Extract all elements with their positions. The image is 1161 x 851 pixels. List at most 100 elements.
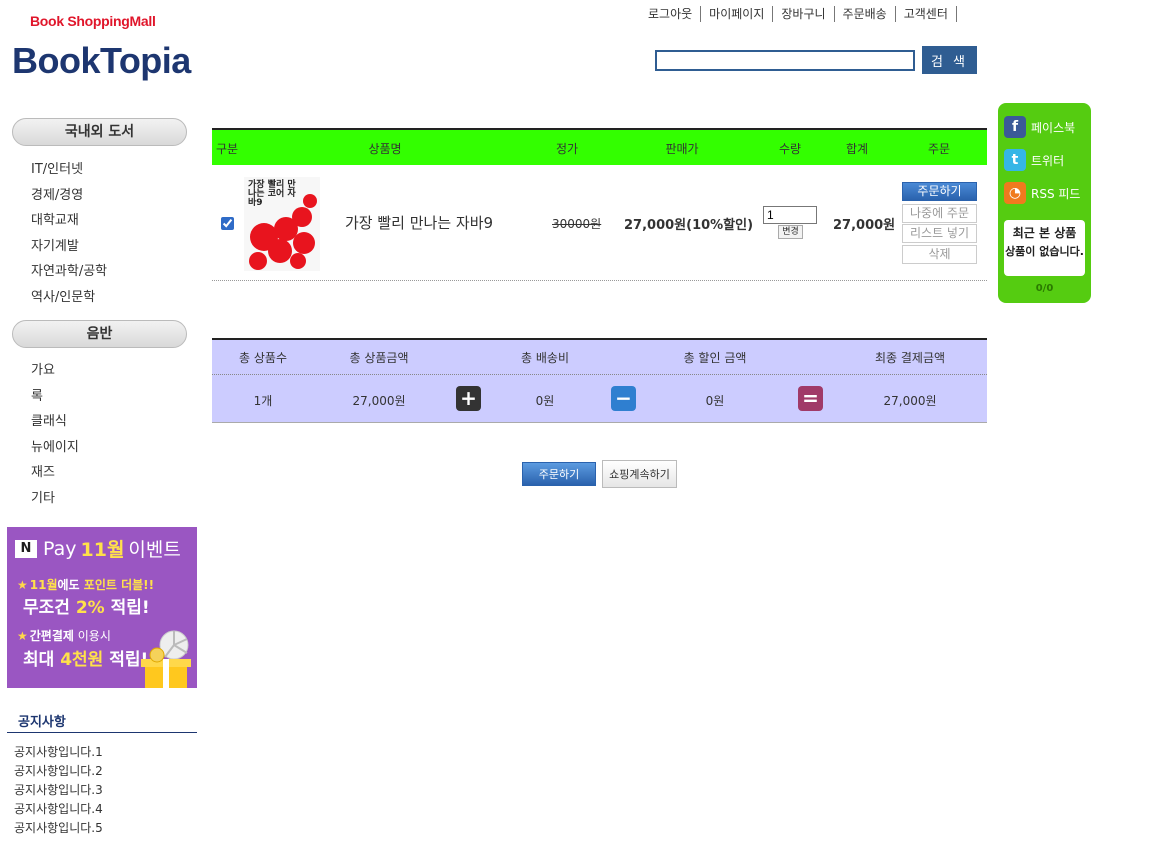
banner-line-2: 무조건 2% 적립! [23, 598, 150, 618]
minus-icon: − [611, 386, 636, 411]
summary-label-discount: 총 할인 금액 [683, 351, 747, 365]
col-category: 구분 [215, 142, 239, 156]
notice-item[interactable]: 공지사항입니다.1 [14, 743, 103, 762]
notice-list: 공지사항입니다.1 공지사항입니다.2 공지사항입니다.3 공지사항입니다.4 … [14, 743, 103, 838]
facebook-link[interactable]: f 페이스북 [1004, 116, 1075, 138]
order-summary: 총 상품수 총 상품금액 총 배송비 총 할인 금액 최종 결제금액 1개 27… [212, 340, 987, 423]
category-item[interactable]: 클래식 [31, 409, 79, 435]
banner-event: 이벤트 [128, 539, 181, 561]
star-icon: ★ [17, 629, 28, 643]
item-checkbox[interactable] [221, 217, 234, 230]
category-item[interactable]: 가요 [31, 358, 79, 384]
summary-value-amount: 27,000원 [352, 394, 406, 408]
col-total: 합계 [845, 142, 869, 156]
site-logo[interactable]: BookTopia [12, 40, 191, 82]
summary-value-count: 1개 [253, 394, 273, 408]
sale-price: 27,000원(10%할인) [624, 218, 754, 233]
recent-products-empty: 상품이 없습니다. [1005, 245, 1084, 258]
notice-item[interactable]: 공지사항입니다.5 [14, 819, 103, 838]
notice-item[interactable]: 공지사항입니다.4 [14, 800, 103, 819]
category-list-music: 가요 록 클래식 뉴에이지 재즈 기타 [31, 358, 79, 511]
twitter-icon: t [1004, 149, 1026, 171]
twitter-link[interactable]: t 트위터 [1004, 149, 1064, 171]
notice-item[interactable]: 공지사항입니다.3 [14, 781, 103, 800]
nav-logout[interactable]: 로그아웃 [640, 6, 702, 22]
banner-heading: N Pay 11월 이벤트 [15, 535, 181, 562]
order-button[interactable]: 주문하기 [522, 462, 596, 486]
summary-label-final: 최종 결제금액 [874, 351, 946, 365]
col-order: 주문 [927, 142, 951, 156]
notice-item[interactable]: 공지사항입니다.2 [14, 762, 103, 781]
equals-icon: = [798, 386, 823, 411]
nav-cart[interactable]: 장바구니 [773, 6, 835, 22]
col-product-name: 상품명 [368, 142, 402, 156]
recent-page-count: 0/0 [1035, 283, 1054, 294]
summary-value-discount: 0원 [705, 394, 725, 408]
search-button[interactable]: 검 색 [922, 46, 977, 74]
nav-customer-center[interactable]: 고객센터 [896, 6, 957, 22]
quick-side-panel: f 페이스북 t 트위터 ◔ RSS 피드 최근 본 상품 상품이 없습니다. … [998, 103, 1091, 303]
category-item[interactable]: 경제/경영 [31, 183, 107, 209]
recent-products-box: 최근 본 상품 상품이 없습니다. [1004, 220, 1085, 276]
recent-products-title: 최근 본 상품 [1012, 226, 1077, 240]
notice-divider [7, 732, 197, 733]
summary-label-shipping: 총 배송비 [521, 351, 569, 365]
category-item[interactable]: IT/인터넷 [31, 157, 107, 183]
notice-title: 공지사항 [18, 715, 66, 730]
summary-label-amount: 총 상품금액 [349, 351, 409, 365]
category-item[interactable]: 자기계발 [31, 234, 107, 260]
summary-value-shipping: 0원 [535, 394, 555, 408]
category-item[interactable]: 재즈 [31, 460, 79, 486]
facebook-icon: f [1004, 116, 1026, 138]
col-list-price: 정가 [555, 142, 579, 156]
rss-icon: ◔ [1004, 182, 1026, 204]
category-item[interactable]: 뉴에이지 [31, 435, 79, 461]
banner-line-4: 최대 4천원 적립! [23, 650, 149, 670]
banner-month: 11월 [80, 539, 125, 561]
row-total: 27,000원 [833, 218, 896, 233]
cover-art-icon [249, 194, 317, 270]
category-item[interactable]: 대학교재 [31, 208, 107, 234]
category-header-books[interactable]: 국내외 도서 [12, 118, 187, 146]
quantity-change-button[interactable]: 변경 [778, 225, 803, 239]
col-sale-price: 판매가 [665, 142, 699, 156]
category-header-music[interactable]: 음반 [12, 320, 187, 348]
naver-n-icon: N [15, 539, 37, 558]
category-item[interactable]: 역사/인문학 [31, 285, 107, 311]
list-price: 30000원 [552, 217, 602, 231]
summary-value-final: 27,000원 [883, 394, 937, 408]
category-list-books: IT/인터넷 경제/경영 대학교재 자기계발 자연과학/공학 역사/인문학 [31, 157, 107, 310]
plus-icon: + [456, 386, 481, 411]
continue-shopping-button[interactable]: 쇼핑계속하기 [602, 460, 677, 488]
order-later-button[interactable]: 나중에 주문 [902, 204, 977, 223]
quantity-input[interactable] [763, 206, 817, 224]
star-icon: ★ [17, 578, 28, 592]
nav-order-shipping[interactable]: 주문배송 [835, 6, 896, 22]
col-quantity: 수량 [778, 142, 802, 156]
top-navigation: 로그아웃 마이페이지 장바구니 주문배송 고객센터 [640, 6, 957, 22]
npay-event-banner[interactable]: N Pay 11월 이벤트 ★ 11월에도 포인트 더블!! 무조건 2% 적립!… [7, 527, 197, 688]
product-name-link[interactable]: 가장 빨리 만나는 자바9 [345, 212, 493, 233]
banner-line-1: ★ 11월에도 포인트 더블!! [17, 578, 155, 592]
search-input[interactable] [655, 50, 915, 71]
summary-divider [212, 374, 987, 375]
category-item[interactable]: 록 [31, 384, 79, 410]
rss-link[interactable]: ◔ RSS 피드 [1004, 182, 1080, 204]
rss-label: RSS 피드 [1031, 186, 1081, 201]
add-to-list-button[interactable]: 리스트 넣기 [902, 224, 977, 243]
delete-button[interactable]: 삭제 [902, 245, 977, 264]
summary-label-count: 총 상품수 [239, 351, 287, 365]
category-item[interactable]: 자연과학/공학 [31, 259, 107, 285]
facebook-label: 페이스북 [1031, 120, 1076, 135]
cart-table-header: 구분 상품명 정가 판매가 수량 합계 주문 [212, 130, 987, 165]
nav-mypage[interactable]: 마이페이지 [701, 6, 774, 22]
banner-line-3: ★ 간편결제 이용시 [17, 629, 111, 643]
gift-box-icon [141, 630, 191, 688]
order-now-button[interactable]: 주문하기 [902, 182, 977, 201]
twitter-label: 트위터 [1031, 153, 1065, 168]
table-row: 가장 빨리 만나는 코어 자바9 가장 빨리 만나는 자바9 30000원 27… [212, 165, 987, 281]
category-item[interactable]: 기타 [31, 486, 79, 512]
book-cover-image[interactable]: 가장 빨리 만나는 코어 자바9 [244, 177, 320, 271]
banner-brand: Pay [43, 537, 77, 560]
logo-subtitle: Book ShoppingMall [30, 13, 156, 29]
